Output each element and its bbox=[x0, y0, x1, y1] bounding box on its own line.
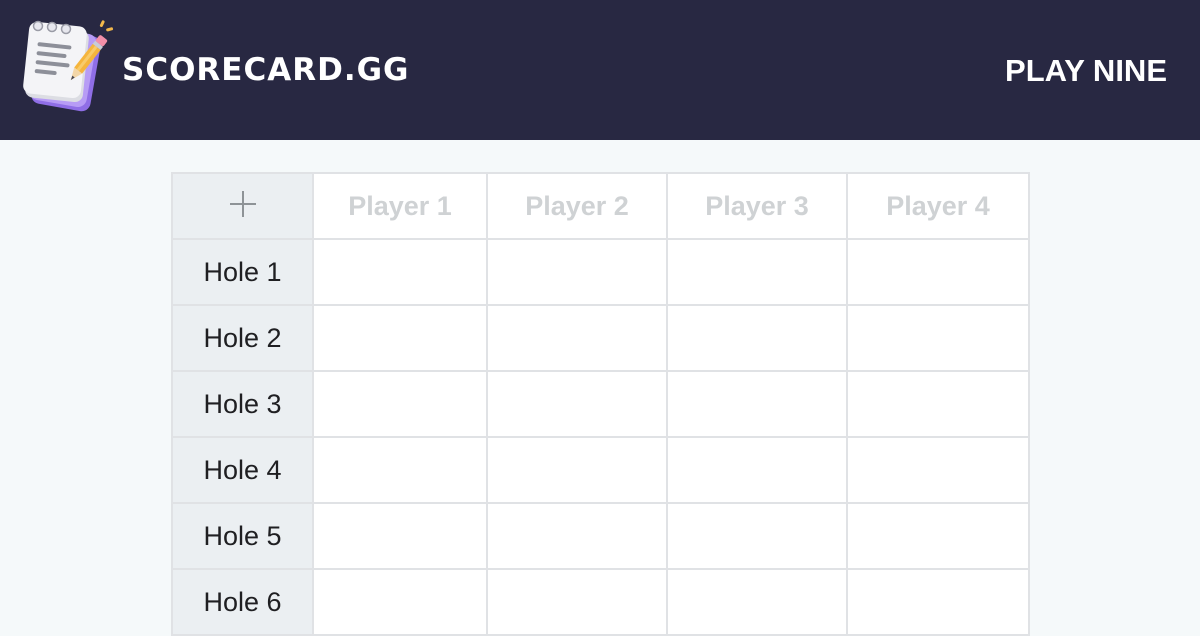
score-cell[interactable] bbox=[486, 568, 668, 636]
hole-label: Hole 6 bbox=[171, 568, 314, 636]
score-cell[interactable] bbox=[486, 436, 668, 504]
hole-row: Hole 6 bbox=[171, 568, 1030, 636]
score-cell[interactable] bbox=[312, 238, 488, 306]
score-cell[interactable] bbox=[846, 304, 1030, 372]
score-cell[interactable] bbox=[312, 502, 488, 570]
hole-row: Hole 5 bbox=[171, 502, 1030, 570]
hole-label: Hole 5 bbox=[171, 502, 314, 570]
score-cell[interactable] bbox=[666, 568, 848, 636]
hole-label: Hole 1 bbox=[171, 238, 314, 306]
hole-label: Hole 3 bbox=[171, 370, 314, 438]
hole-row: Hole 2 bbox=[171, 304, 1030, 372]
player-name-input[interactable]: Player 1 bbox=[312, 172, 488, 240]
score-cell[interactable] bbox=[666, 370, 848, 438]
hole-row: Hole 3 bbox=[171, 370, 1030, 438]
score-cell[interactable] bbox=[486, 238, 668, 306]
score-cell[interactable] bbox=[666, 238, 848, 306]
scorecard-table: Player 1 Player 2 Player 3 Player 4 Hole… bbox=[171, 172, 1030, 636]
player-name-input[interactable]: Player 2 bbox=[486, 172, 668, 240]
notepad-pencil-icon[interactable] bbox=[22, 18, 116, 114]
score-cell[interactable] bbox=[486, 304, 668, 372]
hole-label: Hole 4 bbox=[171, 436, 314, 504]
top-nav-bar: scorecard.gg PLAY NINE bbox=[0, 0, 1200, 140]
score-cell[interactable] bbox=[846, 238, 1030, 306]
brand-name[interactable]: scorecard.gg bbox=[122, 50, 410, 90]
hole-row: Hole 1 bbox=[171, 238, 1030, 306]
score-cell[interactable] bbox=[486, 370, 668, 438]
plus-icon[interactable] bbox=[229, 190, 257, 218]
score-cell[interactable] bbox=[312, 304, 488, 372]
score-cell[interactable] bbox=[666, 304, 848, 372]
hole-row: Hole 4 bbox=[171, 436, 1030, 504]
score-cell[interactable] bbox=[846, 502, 1030, 570]
score-cell[interactable] bbox=[666, 436, 848, 504]
player-header-row: Player 1 Player 2 Player 3 Player 4 bbox=[171, 172, 1030, 240]
score-cell[interactable] bbox=[312, 370, 488, 438]
player-name-input[interactable]: Player 4 bbox=[846, 172, 1030, 240]
score-cell[interactable] bbox=[666, 502, 848, 570]
score-cell[interactable] bbox=[312, 568, 488, 636]
score-cell[interactable] bbox=[486, 502, 668, 570]
score-cell[interactable] bbox=[846, 370, 1030, 438]
score-cell[interactable] bbox=[312, 436, 488, 504]
score-cell[interactable] bbox=[846, 568, 1030, 636]
add-player-cell[interactable] bbox=[171, 172, 314, 240]
game-title-link[interactable]: PLAY NINE bbox=[1005, 51, 1167, 91]
player-name-input[interactable]: Player 3 bbox=[666, 172, 848, 240]
score-cell[interactable] bbox=[846, 436, 1030, 504]
hole-label: Hole 2 bbox=[171, 304, 314, 372]
